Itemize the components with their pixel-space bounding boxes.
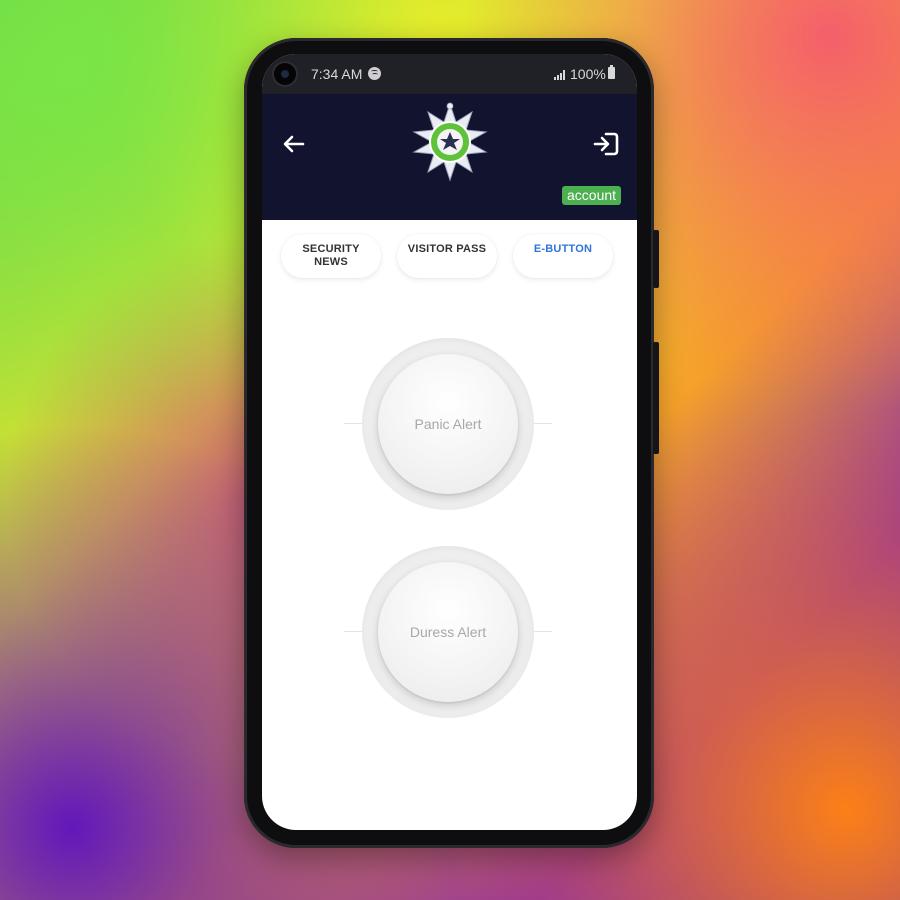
power-button (653, 342, 659, 454)
app-screen: 7:34 AM 100% account SECURITY NEWS VISIT… (262, 54, 637, 830)
battery-percentage: 100% (570, 66, 606, 82)
front-camera (274, 63, 296, 85)
tab-visitor-pass[interactable]: VISITOR PASS (397, 234, 497, 278)
duress-alert-control: Duress Alert (344, 546, 552, 718)
status-time: 7:34 AM (311, 66, 363, 82)
app-header: account (262, 94, 637, 220)
spotify-icon (368, 67, 381, 80)
tab-e-button-label: E-BUTTON (533, 243, 593, 255)
sign-in-arrow-icon[interactable] (592, 130, 620, 158)
duress-alert-button[interactable]: Duress Alert (378, 562, 518, 702)
signal-icon (554, 70, 565, 80)
panic-alert-button[interactable]: Panic Alert (378, 354, 518, 494)
tab-security-news[interactable]: SECURITY NEWS (281, 234, 381, 278)
account-badge[interactable]: account (562, 186, 622, 205)
phone-frame: 7:34 AM 100% account SECURITY NEWS VISIT… (244, 38, 659, 848)
panic-alert-control: Panic Alert (344, 338, 552, 510)
battery-icon (608, 65, 615, 79)
arrow-left-icon[interactable] (282, 132, 306, 156)
tab-bar: SECURITY NEWS VISITOR PASS E-BUTTON (262, 234, 637, 278)
tab-e-button[interactable]: E-BUTTON (513, 234, 613, 278)
tab-security-news-label: SECURITY NEWS (302, 243, 360, 268)
tab-visitor-pass-label: VISITOR PASS (407, 243, 487, 255)
security-star-badge-icon (412, 102, 488, 182)
volume-button (653, 230, 659, 288)
status-bar: 7:34 AM 100% (262, 54, 637, 94)
